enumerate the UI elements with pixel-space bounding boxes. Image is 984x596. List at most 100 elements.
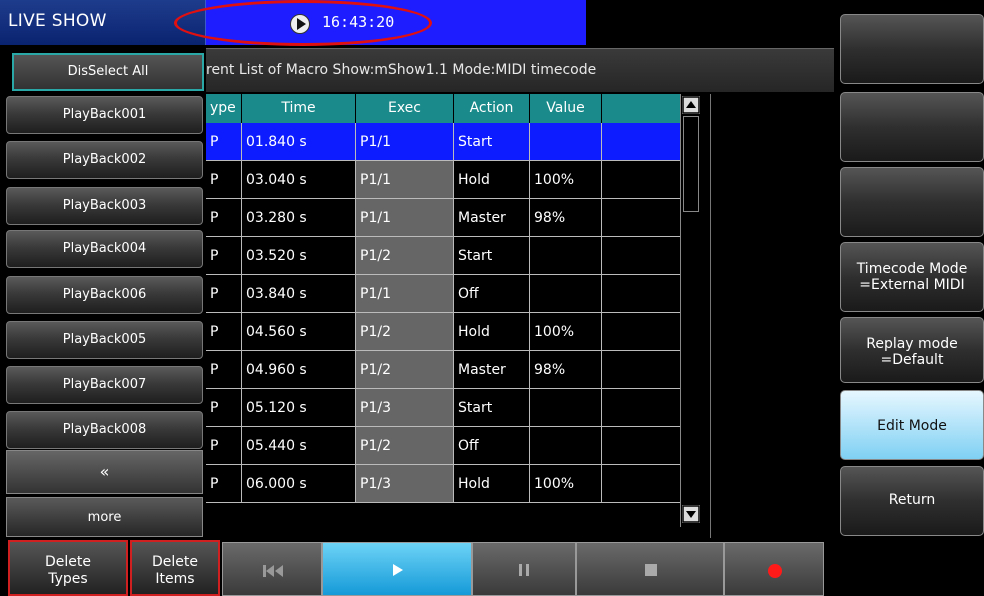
cell-action[interactable]: Hold [454, 161, 530, 199]
cell-value[interactable] [530, 389, 602, 427]
cell-exec[interactable]: P1/3 [356, 465, 454, 503]
cell-action[interactable]: Start [454, 237, 530, 275]
skip-back-button[interactable] [222, 542, 322, 596]
cell-time[interactable]: 06.000 s [242, 465, 356, 503]
cell-value[interactable]: 100% [530, 161, 602, 199]
cell-value[interactable] [530, 427, 602, 465]
cell-time[interactable]: 04.560 s [242, 313, 356, 351]
cell-type[interactable]: P [206, 275, 242, 313]
cell-type[interactable]: P [206, 123, 242, 161]
cell-value[interactable] [530, 275, 602, 313]
scrollbar-thumb[interactable] [683, 116, 699, 212]
playback-button-7[interactable]: PlayBack007 [6, 366, 203, 404]
macro-table: ype Time Exec Action Value P 01.840 s P1/1… [206, 94, 706, 538]
cell-time[interactable]: 04.960 s [242, 351, 356, 389]
playback-button-1[interactable]: PlayBack001 [6, 96, 203, 134]
cell-blank[interactable] [602, 161, 682, 199]
cell-time[interactable]: 03.840 s [242, 275, 356, 313]
cell-value[interactable]: 100% [530, 313, 602, 351]
cell-blank[interactable] [602, 465, 682, 503]
cell-blank[interactable] [602, 389, 682, 427]
page-back-button[interactable]: « [6, 450, 203, 494]
cell-type[interactable]: P [206, 351, 242, 389]
cell-time[interactable]: 01.840 s [242, 123, 356, 161]
deselect-all-button[interactable]: DisSelect All [12, 53, 204, 91]
cell-exec[interactable]: P1/2 [356, 427, 454, 465]
timecode-mode-value: =External MIDI [859, 277, 965, 293]
more-button[interactable]: more [6, 497, 203, 537]
cell-action[interactable]: Off [454, 427, 530, 465]
cell-blank[interactable] [602, 427, 682, 465]
cell-type[interactable]: P [206, 313, 242, 351]
cell-action[interactable]: Start [454, 123, 530, 161]
playback-button-8[interactable]: PlayBack008 [6, 411, 203, 449]
cell-time[interactable]: 03.520 s [242, 237, 356, 275]
scroll-down-icon[interactable] [682, 505, 700, 523]
cell-type[interactable]: P [206, 161, 242, 199]
cell-exec[interactable]: P1/1 [356, 275, 454, 313]
column-header-value[interactable]: Value [530, 94, 602, 123]
cell-type[interactable]: P [206, 465, 242, 503]
edit-mode-button[interactable]: Edit Mode [840, 390, 984, 460]
stop-button[interactable] [576, 542, 724, 596]
playback-button-5[interactable]: PlayBack005 [6, 321, 203, 359]
scroll-up-icon[interactable] [682, 96, 700, 114]
delete-items-line2: Items [155, 571, 195, 587]
cell-blank[interactable] [602, 237, 682, 275]
cell-blank[interactable] [602, 351, 682, 389]
pause-button[interactable] [472, 542, 576, 596]
cell-time[interactable]: 03.280 s [242, 199, 356, 237]
delete-types-button[interactable]: Delete Types [8, 540, 128, 596]
cell-exec[interactable]: P1/3 [356, 389, 454, 427]
column-header-type[interactable]: ype [206, 94, 242, 123]
cell-value[interactable]: 100% [530, 465, 602, 503]
cell-type[interactable]: P [206, 427, 242, 465]
cell-type[interactable]: P [206, 389, 242, 427]
cell-action[interactable]: Off [454, 275, 530, 313]
cell-exec[interactable]: P1/2 [356, 351, 454, 389]
record-button[interactable] [724, 542, 824, 596]
cell-blank[interactable] [602, 199, 682, 237]
highlight-oval [174, 0, 432, 46]
playback-button-3[interactable]: PlayBack003 [6, 187, 203, 225]
cell-exec[interactable]: P1/2 [356, 237, 454, 275]
cell-time[interactable]: 05.440 s [242, 427, 356, 465]
timecode-mode-button[interactable]: Timecode Mode =External MIDI [840, 242, 984, 312]
blank-button-2[interactable] [840, 92, 984, 162]
cell-action[interactable]: Hold [454, 465, 530, 503]
return-button[interactable]: Return [840, 466, 984, 536]
cell-exec[interactable]: P1/2 [356, 313, 454, 351]
cell-value[interactable]: 98% [530, 199, 602, 237]
column-header-action[interactable]: Action [454, 94, 530, 123]
play-button[interactable] [322, 542, 472, 596]
cell-blank[interactable] [602, 313, 682, 351]
cell-time[interactable]: 03.040 s [242, 161, 356, 199]
cell-time[interactable]: 05.120 s [242, 389, 356, 427]
playback-button-6[interactable]: PlayBack006 [6, 276, 203, 314]
blank-button-3[interactable] [840, 167, 984, 237]
cell-action[interactable]: Hold [454, 313, 530, 351]
cell-value[interactable] [530, 123, 602, 161]
cell-exec[interactable]: P1/1 [356, 199, 454, 237]
cell-action[interactable]: Master [454, 351, 530, 389]
replay-mode-button[interactable]: Replay mode =Default [840, 317, 984, 383]
column-header-exec[interactable]: Exec [356, 94, 454, 123]
delete-items-line1: Delete [152, 554, 198, 570]
cell-blank[interactable] [602, 123, 682, 161]
cell-type[interactable]: P [206, 199, 242, 237]
delete-items-button[interactable]: Delete Items [130, 540, 220, 596]
cell-exec[interactable]: P1/1 [356, 161, 454, 199]
blank-button-1[interactable] [840, 14, 984, 84]
cell-type[interactable]: P [206, 237, 242, 275]
cell-blank[interactable] [602, 275, 682, 313]
cell-value[interactable]: 98% [530, 351, 602, 389]
replay-mode-value: =Default [880, 352, 944, 368]
delete-types-line2: Types [48, 571, 88, 587]
column-header-time[interactable]: Time [242, 94, 356, 123]
cell-action[interactable]: Master [454, 199, 530, 237]
playback-button-2[interactable]: PlayBack002 [6, 141, 203, 179]
cell-value[interactable] [530, 237, 602, 275]
playback-button-4[interactable]: PlayBack004 [6, 230, 203, 268]
cell-exec[interactable]: P1/1 [356, 123, 454, 161]
cell-action[interactable]: Start [454, 389, 530, 427]
